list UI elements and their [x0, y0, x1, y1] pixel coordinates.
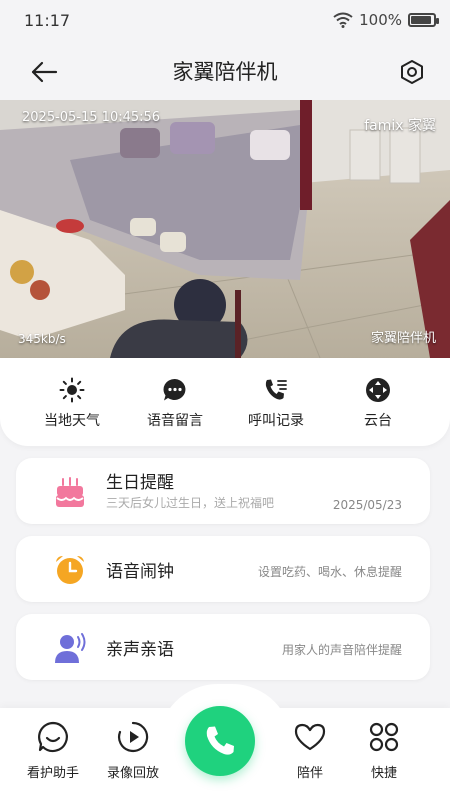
video-device-label: 家翼陪伴机 [370, 331, 436, 346]
header: 家翼陪伴机 [0, 44, 450, 100]
camera-controls-panel: 当地天气 语音留言 呼叫记录 云台 [0, 358, 450, 446]
voice-message-button[interactable]: 语音留言 [125, 376, 225, 430]
family-voice-hint: 用家人的声音陪伴提醒 [281, 643, 402, 657]
call-log-button[interactable]: 呼叫记录 [226, 376, 326, 430]
heart-icon [294, 723, 326, 751]
family-voice-title: 亲声亲语 [106, 640, 174, 660]
sun-icon [59, 377, 85, 403]
family-voice-card[interactable]: 亲声亲语 用家人的声音陪伴提醒 [16, 614, 430, 680]
nav-playback[interactable]: 录像回放 [93, 720, 173, 781]
voice-alarm-card[interactable]: 语音闹钟 设置吃药、喝水、休息提醒 [16, 536, 430, 602]
birthday-reminder-date: 2025/05/23 [332, 498, 402, 512]
battery-level-fill [411, 16, 431, 24]
phone-list-icon [265, 379, 287, 400]
voice-message-label: 语音留言 [147, 413, 203, 429]
call-log-label: 呼叫记录 [248, 413, 304, 429]
birthday-reminder-subtitle: 三天后女儿过生日，送上祝福吧 [106, 496, 275, 510]
hexagon-settings-icon [401, 60, 423, 84]
status-time: 11:17 [24, 11, 71, 30]
camera-video-feed[interactable]: 2025-05-15 10:45:56 famix 家翼 345kb/s 家翼陪… [0, 100, 450, 358]
play-circle-icon [118, 721, 149, 753]
camera-scene-image [0, 100, 450, 358]
battery-percent: 100% [359, 11, 402, 29]
smile-face-icon [38, 721, 68, 753]
arrow-left-icon [31, 61, 58, 83]
wifi-icon [333, 12, 353, 28]
ptz-label: 云台 [364, 413, 392, 429]
status-bar: 11:17 100% [0, 0, 450, 44]
back-button[interactable] [28, 56, 60, 88]
birthday-reminder-card[interactable]: 生日提醒 三天后女儿过生日，送上祝福吧 2025/05/23 [16, 458, 430, 524]
video-bitrate: 345kb/s [18, 332, 66, 346]
person-voice-icon [52, 630, 88, 666]
nav-care-assistant[interactable]: 看护助手 [13, 720, 93, 781]
call-button[interactable] [185, 706, 255, 776]
weather-button[interactable]: 当地天气 [22, 376, 122, 430]
grid-four-icon [369, 722, 399, 752]
chat-bubble-icon [163, 378, 186, 401]
settings-button[interactable] [396, 56, 428, 88]
nav-companion-label: 陪伴 [296, 766, 323, 781]
cake-icon [52, 474, 88, 510]
nav-companion[interactable]: 陪伴 [270, 720, 350, 781]
directional-pad-icon [366, 378, 390, 402]
nav-shortcuts-label: 快捷 [370, 766, 397, 781]
nav-shortcuts[interactable]: 快捷 [344, 720, 424, 781]
ptz-button[interactable]: 云台 [328, 376, 428, 430]
voice-alarm-hint: 设置吃药、喝水、休息提醒 [257, 565, 402, 579]
battery-icon [408, 13, 439, 27]
alarm-clock-icon [52, 552, 88, 588]
nav-playback-label: 录像回放 [106, 766, 159, 781]
phone-call-icon [206, 726, 234, 755]
page-title: 家翼陪伴机 [172, 60, 278, 84]
weather-label: 当地天气 [44, 413, 100, 429]
video-timestamp: 2025-05-15 10:45:56 [22, 110, 161, 125]
voice-alarm-title: 语音闹钟 [106, 562, 174, 582]
nav-care-assistant-label: 看护助手 [26, 766, 79, 781]
birthday-reminder-title: 生日提醒 [106, 473, 174, 493]
video-brand-watermark: famix 家翼 [364, 118, 436, 134]
status-indicators: 100% [333, 11, 439, 29]
